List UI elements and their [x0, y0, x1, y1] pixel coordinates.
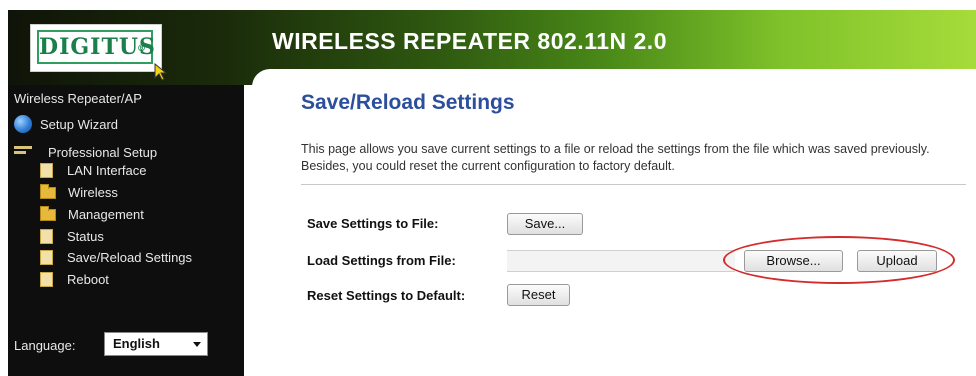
reset-settings-label: Reset Settings to Default:	[307, 288, 466, 303]
page-title: Save/Reload Settings	[301, 91, 515, 114]
sidebar-item-label: LAN Interface	[67, 163, 147, 178]
sidebar-item-label: Status	[67, 229, 104, 244]
router-admin-page: DIGITUS ® WIRELESS REPEATER 802.11N 2.0 …	[0, 0, 976, 376]
sidebar-item-label: Professional Setup	[48, 145, 158, 160]
globe-icon	[14, 115, 32, 133]
folder-icon	[40, 183, 56, 199]
product-title: WIRELESS REPEATER 802.11N 2.0	[272, 28, 667, 54]
tree-icon	[14, 145, 32, 160]
document-icon	[40, 272, 53, 287]
registered-mark: ®	[137, 44, 147, 54]
save-button[interactable]: Save...	[507, 213, 583, 235]
sidebar-item-professional-setup[interactable]: Professional Setup	[14, 145, 157, 160]
load-settings-label: Load Settings from File:	[307, 253, 456, 268]
browse-button[interactable]: Browse...	[744, 250, 843, 272]
sidebar-item-label: Management	[68, 207, 144, 222]
sidebar-item-label: Save/Reload Settings	[67, 250, 193, 265]
sidebar-item-wireless[interactable]: Wireless	[40, 183, 118, 200]
folder-icon	[40, 205, 56, 221]
file-path-input[interactable]	[507, 250, 735, 272]
page-description: This page allows you save current settin…	[301, 142, 930, 173]
sidebar-title: Wireless Repeater/AP	[14, 91, 142, 106]
save-settings-label: Save Settings to File:	[307, 216, 439, 231]
language-select[interactable]: English	[104, 332, 208, 356]
upload-button[interactable]: Upload	[857, 250, 937, 272]
sidebar-item-label: Wireless	[68, 185, 118, 200]
document-icon	[40, 250, 53, 265]
sidebar-item-status[interactable]: Status	[40, 229, 104, 244]
cursor-icon	[154, 63, 168, 81]
sidebar-item-save-reload-settings[interactable]: Save/Reload Settings	[40, 250, 192, 265]
sidebar-item-reboot[interactable]: Reboot	[40, 272, 109, 287]
sidebar-menu: Wireless Repeater/AP Setup Wizard Profes…	[8, 85, 244, 376]
logo-wordmark: DIGITUS ®	[37, 30, 155, 64]
language-select-value: English	[113, 336, 160, 351]
chevron-down-icon	[193, 342, 201, 347]
sidebar-item-management[interactable]: Management	[40, 205, 144, 222]
divider	[301, 184, 966, 185]
sidebar-item-lan-interface[interactable]: LAN Interface	[40, 163, 147, 178]
language-label: Language:	[14, 338, 76, 353]
sidebar-item-setup-wizard[interactable]: Setup Wizard	[14, 115, 118, 133]
reset-button[interactable]: Reset	[507, 284, 570, 306]
sidebar-item-label: Reboot	[67, 272, 109, 287]
sidebar-item-label: Setup Wizard	[40, 116, 119, 132]
document-icon	[40, 229, 53, 244]
document-icon	[40, 163, 53, 178]
brand-logo: DIGITUS ®	[30, 24, 168, 81]
main-content: Save/Reload Settings This page allows yo…	[252, 69, 976, 376]
